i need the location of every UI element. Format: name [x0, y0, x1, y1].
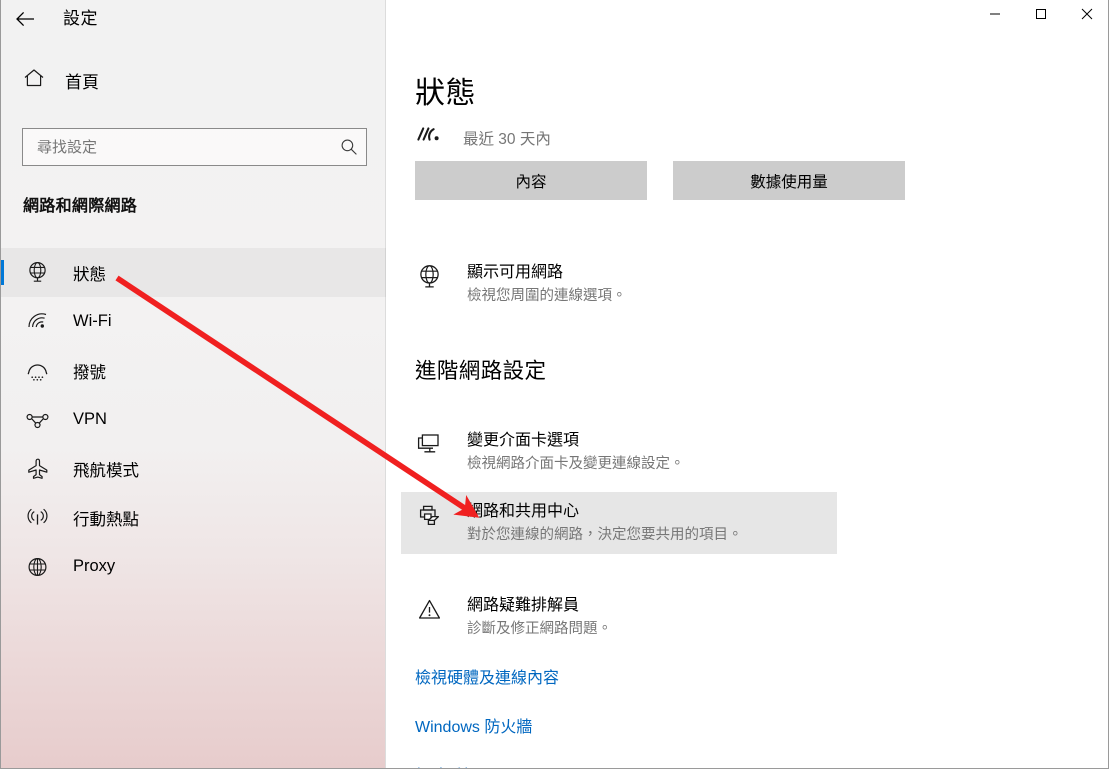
- feature-body: 變更介面卡選項 檢視網路介面卡及變更連線設定。: [467, 430, 685, 474]
- sidebar-item-proxy[interactable]: Proxy: [1, 542, 386, 591]
- printer-folder-icon: [415, 501, 449, 545]
- minimize-icon: [989, 7, 1001, 25]
- hotspot-icon: [23, 507, 51, 529]
- main-content: 狀態 最近 30 天內 內容 數據使用量 顯示可用網路 檢視您周圍的連線選項。 …: [387, 0, 1108, 768]
- warning-triangle-icon: [415, 595, 449, 639]
- link-view-hardware-properties[interactable]: 檢視硬體及連線內容: [415, 664, 559, 688]
- feature-title: 變更介面卡選項: [467, 432, 580, 449]
- sidebar-item-proxy-label: Proxy: [73, 557, 116, 575]
- home-icon: [23, 68, 45, 93]
- network-status-line: 最近 30 天內: [415, 125, 551, 150]
- maximize-icon: [1035, 7, 1047, 25]
- search-input[interactable]: [37, 138, 334, 156]
- sidebar-item-wifi-label: Wi-Fi: [73, 312, 112, 330]
- sidebar-item-wifi[interactable]: Wi-Fi: [1, 297, 386, 346]
- feature-description: 檢視網路介面卡及變更連線設定。: [467, 455, 685, 472]
- sidebar-item-dialup[interactable]: 撥號: [1, 346, 386, 395]
- feature-title: 網路和共用中心: [467, 503, 580, 520]
- feature-title: 顯示可用網路: [467, 264, 564, 281]
- status-action-buttons: 內容 數據使用量: [415, 161, 905, 200]
- sidebar: 首頁 網路和網際網路: [1, 0, 386, 768]
- window-title: 設定: [63, 9, 98, 28]
- search-icon: [340, 138, 358, 156]
- status-period-text: 最近 30 天內: [463, 130, 551, 148]
- vpn-icon: [23, 410, 51, 430]
- sidebar-category-heading: 網路和網際網路: [23, 198, 138, 215]
- wifi-icon: [23, 311, 51, 333]
- airplane-icon: [23, 457, 51, 481]
- sidebar-nav-list: 狀態 Wi-Fi 撥號 VPN 飛航模式 行動熱點 Proxy: [1, 248, 386, 591]
- feature-body: 網路和共用中心 對於您連線的網路，決定您要共用的項目。: [467, 501, 743, 545]
- minimize-button[interactable]: [972, 0, 1018, 31]
- globe-icon: [23, 555, 51, 579]
- close-button[interactable]: [1064, 0, 1108, 31]
- wifi-signal-icon: [415, 125, 443, 150]
- link-network-reset[interactable]: 網路重設: [415, 762, 479, 768]
- feature-show-available-networks[interactable]: 顯示可用網路 檢視您周圍的連線選項。: [401, 253, 837, 315]
- sidebar-home-label: 首頁: [65, 73, 99, 92]
- sidebar-item-dialup-label: 撥號: [73, 363, 106, 382]
- globe-monitor-icon: [415, 262, 449, 306]
- close-icon: [1081, 7, 1093, 25]
- feature-change-adapter-options[interactable]: 變更介面卡選項 檢視網路介面卡及變更連線設定。: [401, 421, 837, 483]
- sidebar-item-home[interactable]: 首頁: [23, 68, 99, 93]
- sidebar-item-airplane-mode[interactable]: 飛航模式: [1, 444, 386, 493]
- back-button[interactable]: [1, 0, 49, 38]
- sidebar-item-mobile-hotspot[interactable]: 行動熱點: [1, 493, 386, 542]
- feature-description: 對於您連線的網路，決定您要共用的項目。: [467, 526, 743, 543]
- window-controls: [972, 0, 1108, 31]
- globe-monitor-icon: [23, 261, 51, 284]
- title-bar: 設定: [1, 0, 1108, 38]
- arrow-left-icon: [15, 11, 35, 27]
- feature-network-troubleshooter[interactable]: 網路疑難排解員 診斷及修正網路問題。: [401, 586, 837, 648]
- sidebar-item-vpn-label: VPN: [73, 410, 107, 428]
- link-windows-firewall[interactable]: Windows 防火牆: [415, 713, 532, 737]
- search-box[interactable]: [22, 128, 367, 166]
- feature-network-and-sharing-center[interactable]: 網路和共用中心 對於您連線的網路，決定您要共用的項目。: [401, 492, 837, 555]
- sidebar-item-mobile-hotspot-label: 行動熱點: [73, 510, 139, 529]
- feature-body: 網路疑難排解員 診斷及修正網路問題。: [467, 595, 612, 639]
- sidebar-item-vpn[interactable]: VPN: [1, 395, 386, 444]
- settings-window: 設定 首頁 尋找設定 網路和網際網路 狀態 Wi-Fi 撥號 VPN 飛航模式 …: [0, 0, 1109, 769]
- advanced-settings-heading: 進階網路設定: [415, 359, 547, 383]
- two-monitors-icon: [415, 430, 449, 474]
- sidebar-item-status[interactable]: 狀態: [1, 248, 386, 297]
- page-title: 狀態: [415, 77, 476, 110]
- properties-button[interactable]: 內容: [415, 161, 647, 200]
- sidebar-item-status-label: 狀態: [73, 265, 106, 284]
- maximize-button[interactable]: [1018, 0, 1064, 31]
- feature-body: 顯示可用網路 檢視您周圍的連線選項。: [467, 262, 627, 306]
- feature-description: 檢視您周圍的連線選項。: [467, 287, 627, 304]
- dialup-phone-icon: [23, 360, 51, 382]
- sidebar-item-airplane-mode-label: 飛航模式: [73, 461, 139, 480]
- feature-description: 診斷及修正網路問題。: [467, 620, 612, 637]
- feature-title: 網路疑難排解員: [467, 597, 580, 614]
- data-usage-button[interactable]: 數據使用量: [673, 161, 905, 200]
